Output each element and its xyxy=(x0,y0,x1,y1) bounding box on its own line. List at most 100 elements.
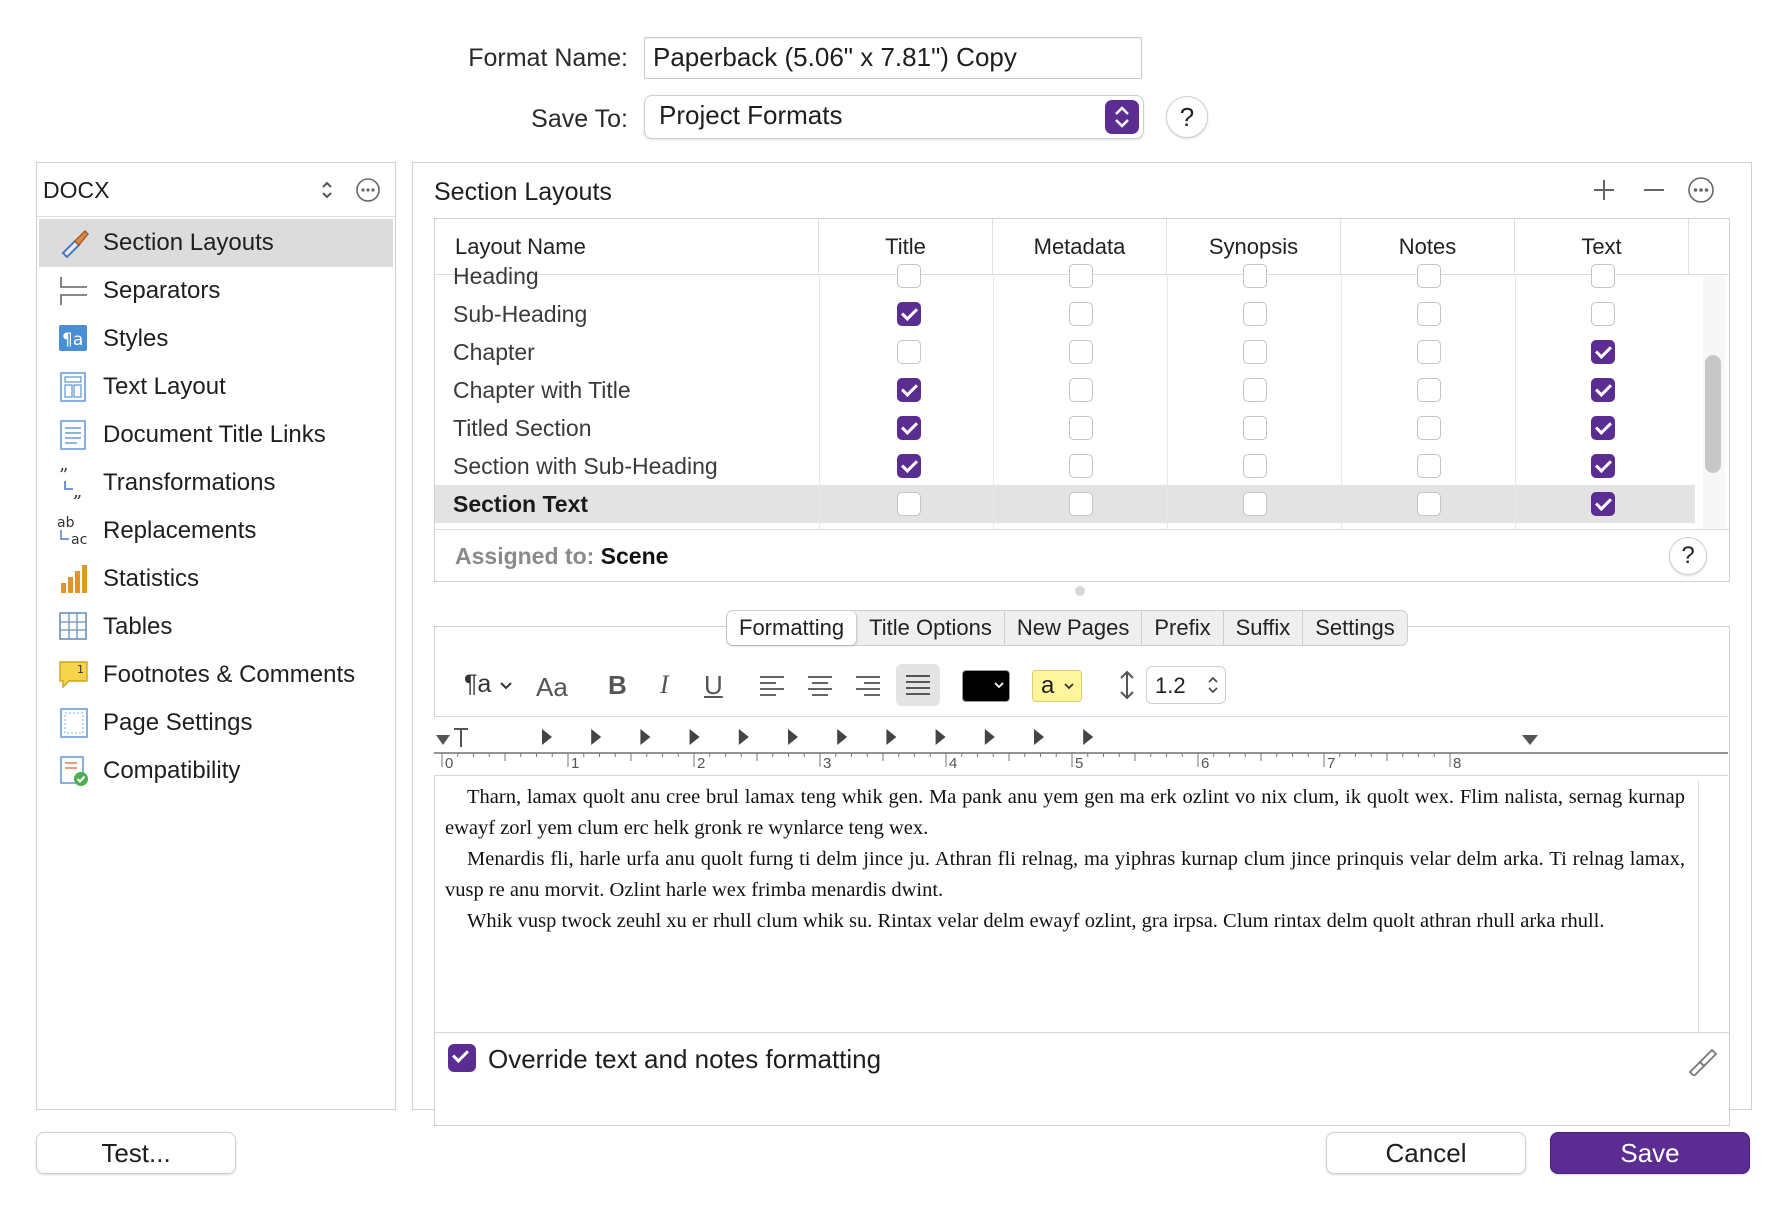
row-checkbox-synopsis[interactable] xyxy=(1243,492,1267,516)
row-checkbox-metadata[interactable] xyxy=(1069,416,1093,440)
align-right-icon[interactable] xyxy=(854,674,882,698)
row-checkbox-notes[interactable] xyxy=(1417,378,1441,402)
row-checkbox-notes[interactable] xyxy=(1417,416,1441,440)
tab-title-options[interactable]: Title Options xyxy=(857,611,1005,645)
table-row[interactable]: Chapter xyxy=(435,333,1695,371)
add-icon[interactable] xyxy=(1590,176,1618,204)
row-checkbox-title[interactable] xyxy=(897,340,921,364)
sidebar-item-document-title-links[interactable]: Document Title Links xyxy=(39,411,393,459)
tab-prefix[interactable]: Prefix xyxy=(1142,611,1224,645)
row-checkbox-text[interactable] xyxy=(1591,264,1615,288)
paragraph-style-menu[interactable]: ¶a xyxy=(464,670,514,699)
row-checkbox-title[interactable] xyxy=(897,416,921,440)
table-scrollbar-thumb[interactable] xyxy=(1705,355,1721,473)
text-color-well[interactable] xyxy=(962,670,1010,702)
highlight-color-well[interactable]: a xyxy=(1032,670,1082,702)
row-checkbox-title[interactable] xyxy=(897,378,921,402)
sidebar-item-label: Document Title Links xyxy=(103,421,326,448)
table-row[interactable]: Heading xyxy=(435,257,1695,295)
assigned-help-button[interactable]: ? xyxy=(1669,537,1707,575)
align-left-icon[interactable] xyxy=(758,674,786,698)
sidebar-item-replacements[interactable]: ab ac Replacements xyxy=(39,507,393,555)
split-handle[interactable] xyxy=(1075,586,1085,596)
row-checkbox-text[interactable] xyxy=(1591,378,1615,402)
row-checkbox-notes[interactable] xyxy=(1417,302,1441,326)
font-panel-icon[interactable]: Aa xyxy=(536,672,568,703)
row-checkbox-synopsis[interactable] xyxy=(1243,302,1267,326)
row-checkbox-synopsis[interactable] xyxy=(1243,454,1267,478)
row-checkbox-notes[interactable] xyxy=(1417,492,1441,516)
format-name-field[interactable]: Paperback (5.06" x 7.81") Copy xyxy=(644,37,1142,79)
row-checkbox-synopsis[interactable] xyxy=(1243,340,1267,364)
bold-button[interactable]: B xyxy=(608,670,627,701)
row-checkbox-notes[interactable] xyxy=(1417,340,1441,364)
align-center-icon[interactable] xyxy=(806,674,834,698)
paintbrush-icon[interactable] xyxy=(1686,1044,1718,1076)
sidebar-item-transformations[interactable]: ” „ Transformations xyxy=(39,459,393,507)
row-checkbox-metadata[interactable] xyxy=(1069,378,1093,402)
updown-chevron-icon[interactable] xyxy=(319,179,335,201)
test-button[interactable]: Test... xyxy=(36,1132,236,1174)
row-checkbox-synopsis[interactable] xyxy=(1243,264,1267,288)
sidebar-item-tables[interactable]: Tables xyxy=(39,603,393,651)
tab-suffix[interactable]: Suffix xyxy=(1224,611,1304,645)
sidebar-item-footnotes-comments[interactable]: 1 Footnotes & Comments xyxy=(39,651,393,699)
remove-icon[interactable] xyxy=(1640,176,1668,204)
sidebar-item-section-layouts[interactable]: Section Layouts xyxy=(39,219,393,267)
row-checkbox-title[interactable] xyxy=(897,492,921,516)
sidebar-item-label: Statistics xyxy=(103,565,200,592)
save-button[interactable]: Save xyxy=(1550,1132,1750,1174)
table-row[interactable]: Section with Sub-Heading xyxy=(435,447,1695,485)
sidebar-item-label: Footnotes & Comments xyxy=(103,661,356,688)
column-header-spacer xyxy=(1689,219,1729,275)
row-checkbox-notes[interactable] xyxy=(1417,454,1441,478)
save-to-popup[interactable]: Project Formats xyxy=(644,95,1144,139)
row-checkbox-synopsis[interactable] xyxy=(1243,416,1267,440)
sidebar-item-styles[interactable]: ¶a Styles xyxy=(39,315,393,363)
sample-text[interactable]: Tharn, lamax quolt anu cree brul lamax t… xyxy=(445,782,1685,937)
row-checkbox-text[interactable] xyxy=(1591,340,1615,364)
table-row[interactable]: Section Text xyxy=(435,485,1695,523)
cancel-button[interactable]: Cancel xyxy=(1326,1132,1526,1174)
ruler[interactable]: 0 1 2 3 4 5 6 7 8 xyxy=(434,716,1728,776)
document-lines-icon xyxy=(60,420,86,450)
row-checkbox-text[interactable] xyxy=(1591,416,1615,440)
quotes-transform-icon: ”„ xyxy=(59,467,82,499)
tab-settings[interactable]: Settings xyxy=(1303,611,1407,645)
table-row[interactable]: Titled Section xyxy=(435,409,1695,447)
italic-button[interactable]: I xyxy=(660,670,669,700)
layout-name: Chapter with Title xyxy=(453,377,631,403)
more-options-icon[interactable] xyxy=(1686,175,1716,205)
tab-formatting[interactable]: Formatting xyxy=(727,611,858,645)
line-spacing-stepper[interactable]: 1.2 xyxy=(1146,666,1226,704)
sidebar-item-label: Transformations xyxy=(103,469,276,496)
row-checkbox-metadata[interactable] xyxy=(1069,264,1093,288)
override-checkbox[interactable] xyxy=(448,1044,476,1072)
row-checkbox-title[interactable] xyxy=(897,264,921,288)
justify-button[interactable] xyxy=(896,664,940,706)
row-checkbox-text[interactable] xyxy=(1591,302,1615,326)
svg-text:„: „ xyxy=(73,481,82,499)
row-checkbox-title[interactable] xyxy=(897,454,921,478)
row-checkbox-metadata[interactable] xyxy=(1069,492,1093,516)
row-checkbox-notes[interactable] xyxy=(1417,264,1441,288)
underline-button[interactable]: U xyxy=(704,670,723,701)
table-row[interactable]: Sub-Heading xyxy=(435,295,1695,333)
row-checkbox-metadata[interactable] xyxy=(1069,302,1093,326)
sidebar-item-text-layout[interactable]: Text Layout xyxy=(39,363,393,411)
row-checkbox-text[interactable] xyxy=(1591,492,1615,516)
row-checkbox-text[interactable] xyxy=(1591,454,1615,478)
more-options-icon[interactable] xyxy=(355,177,381,203)
row-checkbox-title[interactable] xyxy=(897,302,921,326)
sidebar-item-page-settings[interactable]: Page Settings xyxy=(39,699,393,747)
sidebar-item-statistics[interactable]: Statistics xyxy=(39,555,393,603)
format-name-value: Paperback (5.06" x 7.81") Copy xyxy=(653,42,1017,72)
sidebar-item-compatibility[interactable]: Compatibility xyxy=(39,747,393,795)
row-checkbox-synopsis[interactable] xyxy=(1243,378,1267,402)
row-checkbox-metadata[interactable] xyxy=(1069,454,1093,478)
table-row[interactable]: Chapter with Title xyxy=(435,371,1695,409)
sidebar-item-separators[interactable]: Separators xyxy=(39,267,393,315)
row-checkbox-metadata[interactable] xyxy=(1069,340,1093,364)
tab-new-pages[interactable]: New Pages xyxy=(1005,611,1143,645)
help-button[interactable]: ? xyxy=(1166,96,1208,138)
